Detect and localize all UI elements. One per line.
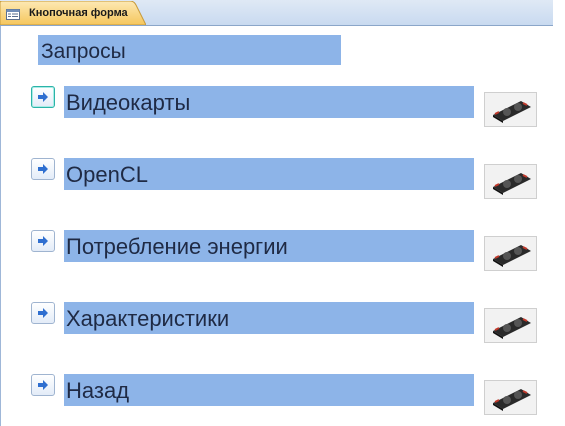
menu-item: OpenCL (0, 158, 553, 199)
menu-item: Потребление энергии (0, 230, 553, 271)
menu-item-button-back[interactable] (31, 374, 55, 396)
form-title-box: Запросы (38, 35, 341, 65)
menu-item-label-box[interactable]: Характеристики (64, 302, 474, 334)
menu-item-label-box[interactable]: Назад (64, 374, 474, 406)
menu-item: Характеристики (0, 302, 553, 343)
graphics-card-image (484, 308, 537, 343)
graphics-card-image (484, 164, 537, 199)
form-title: Запросы (41, 40, 126, 63)
menu-item-label-box[interactable]: Потребление энергии (64, 230, 474, 262)
menu-item-button-videocards[interactable] (31, 86, 55, 108)
arrow-right-icon (38, 308, 48, 318)
menu-item-label: OpenCL (66, 162, 148, 187)
menu-item-label-box[interactable]: Видеокарты (64, 86, 474, 118)
menu-item-label: Характеристики (66, 306, 230, 331)
menu-item-label: Видеокарты (66, 90, 191, 115)
menu-item-button-power[interactable] (31, 230, 55, 252)
menu-item: Видеокарты (0, 86, 553, 127)
document-tab-strip: Кнопочная форма (0, 0, 553, 26)
menu-item-label: Назад (66, 378, 130, 403)
tab-title: Кнопочная форма (29, 7, 128, 19)
graphics-card-image (484, 236, 537, 271)
menu-item: Назад (0, 374, 553, 415)
arrow-right-icon (38, 236, 48, 246)
arrow-right-icon (38, 380, 48, 390)
arrow-right-icon (38, 164, 48, 174)
graphics-card-image (484, 92, 537, 127)
document-tab[interactable]: Кнопочная форма (0, 1, 146, 25)
menu-item-button-opencl[interactable] (31, 158, 55, 180)
graphics-card-image (484, 380, 537, 415)
menu-item-label: Потребление энергии (66, 234, 288, 259)
menu-item-button-specs[interactable] (31, 302, 55, 324)
arrow-right-icon (38, 92, 48, 102)
form-icon (6, 7, 20, 20)
menu-item-label-box[interactable]: OpenCL (64, 158, 474, 190)
